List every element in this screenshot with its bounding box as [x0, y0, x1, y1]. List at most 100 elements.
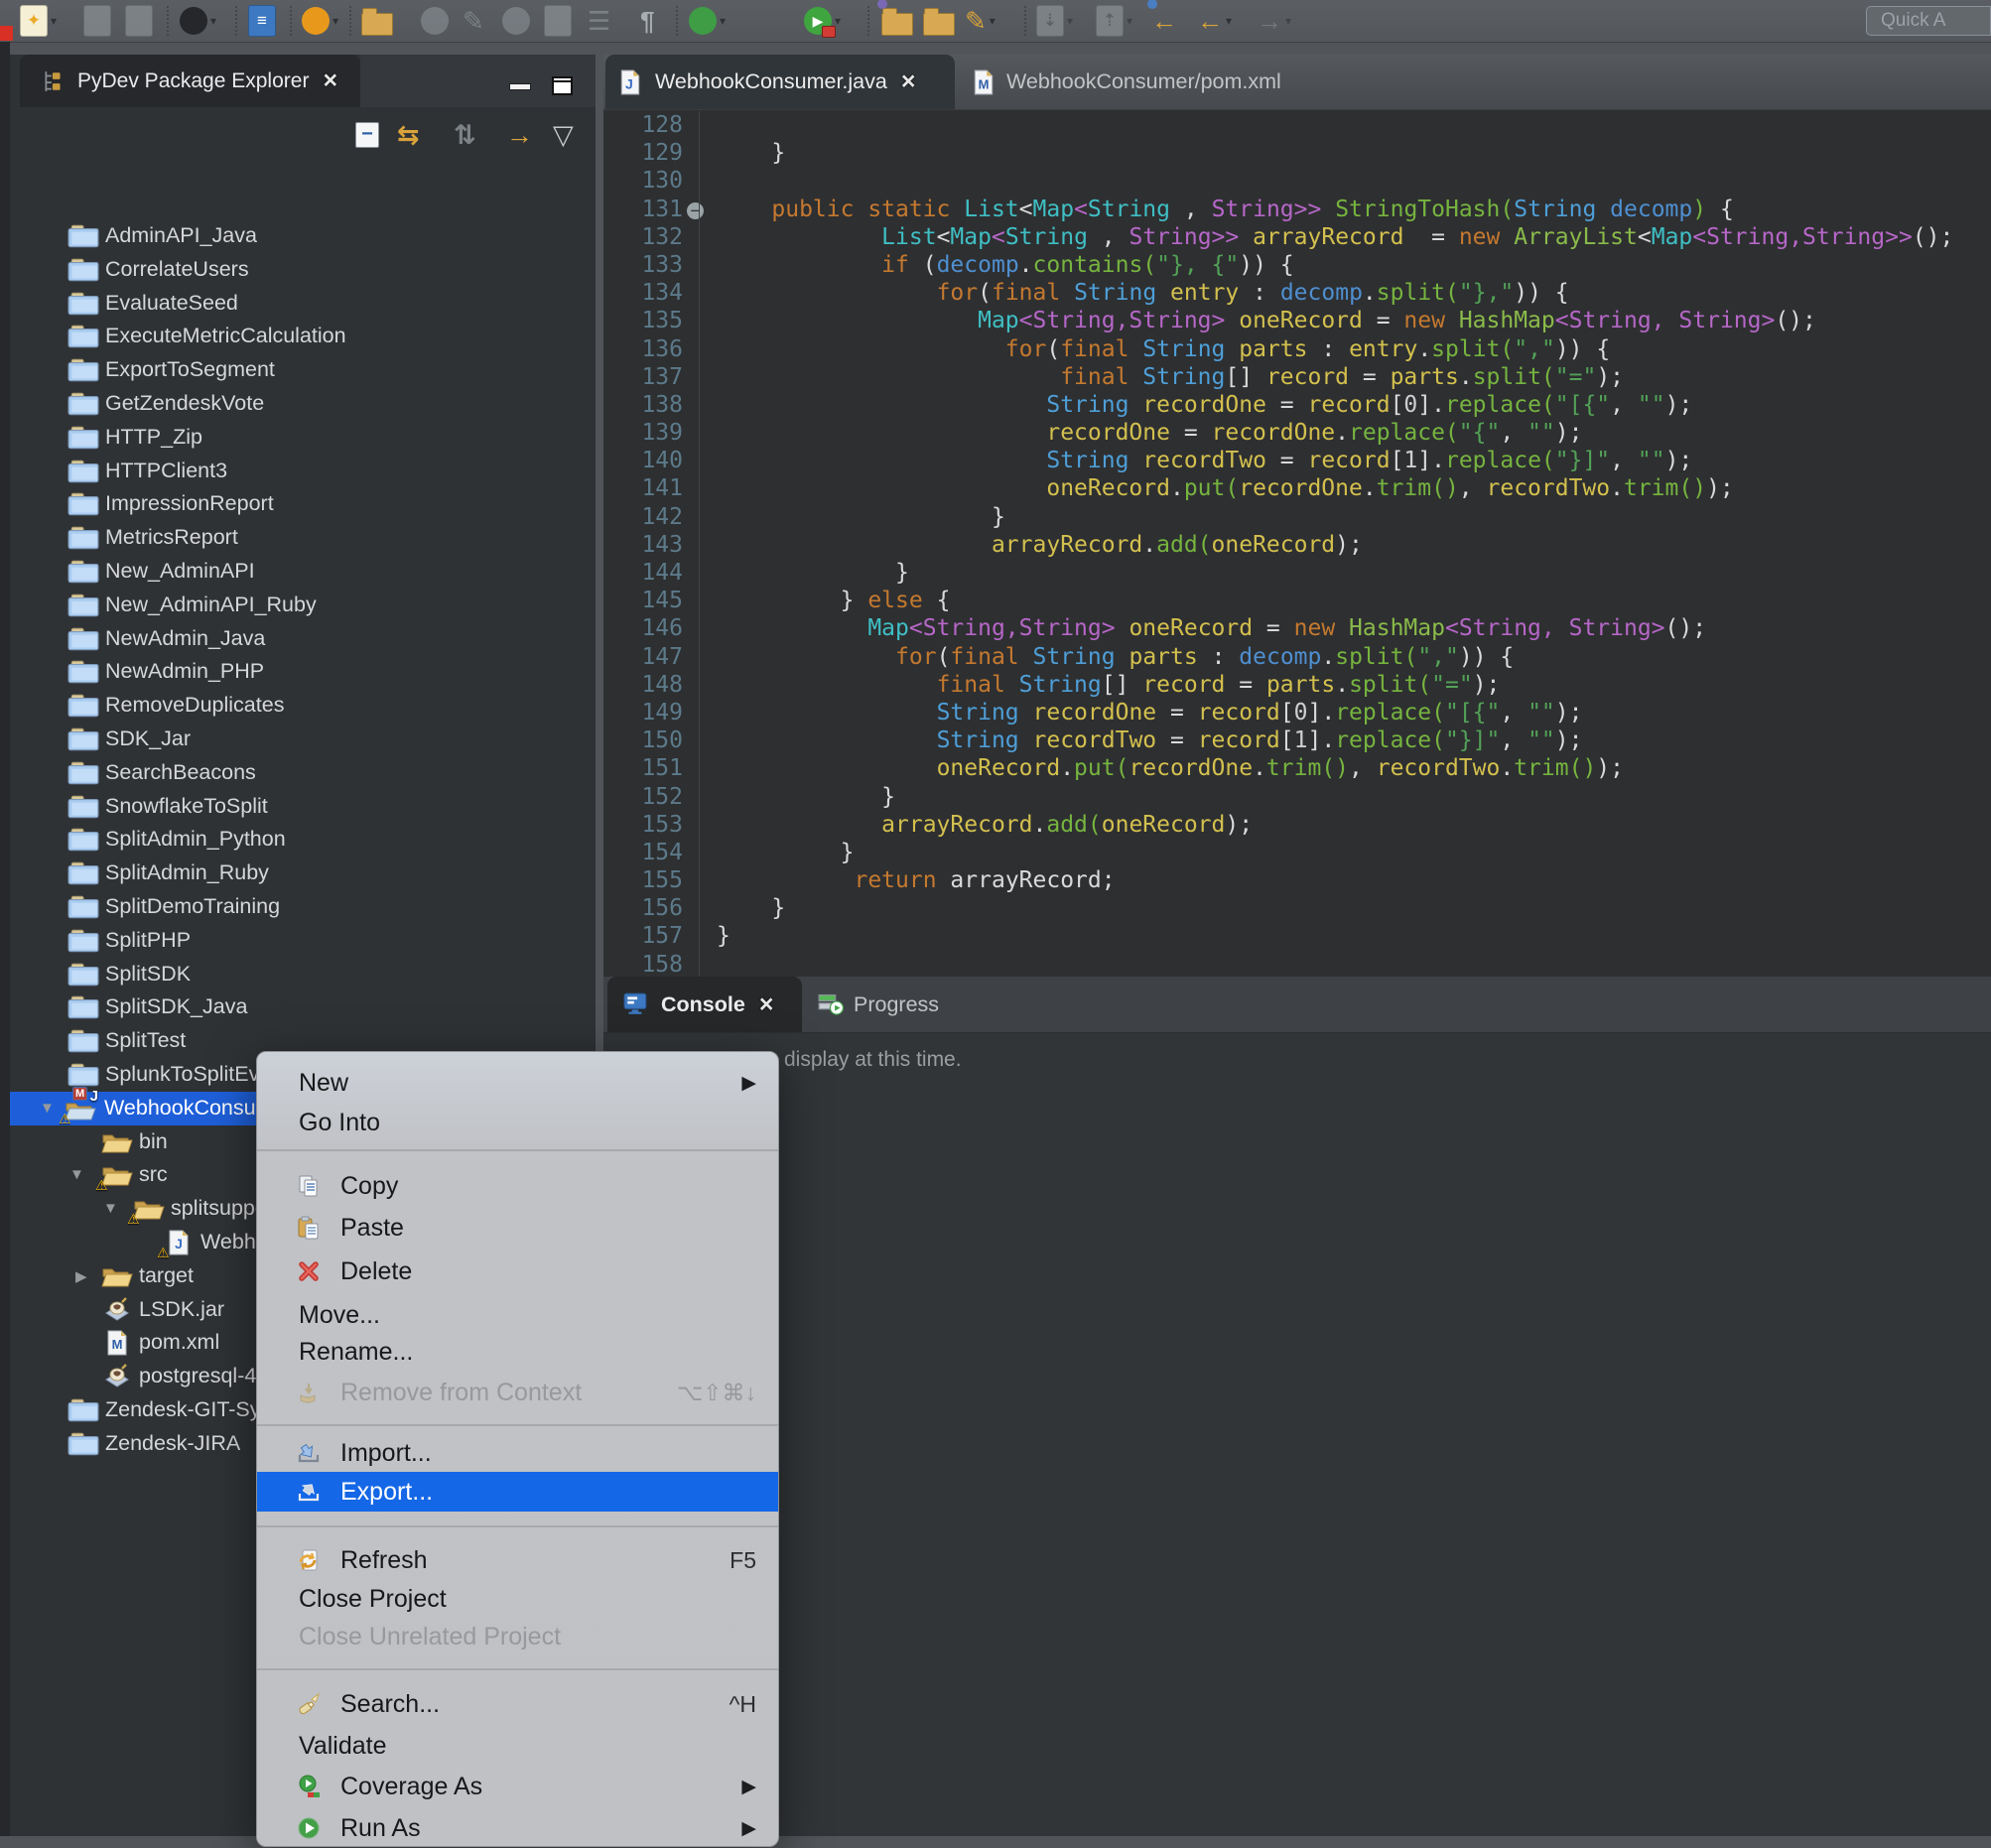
dropdown-caret-icon[interactable]: ▾	[720, 14, 726, 28]
marker-pen-icon[interactable]: ✎▾	[965, 3, 996, 39]
code-token: [	[1280, 700, 1294, 726]
code-token: trim()	[1624, 475, 1706, 501]
menu-item-close-project[interactable]: Close Project	[257, 1579, 778, 1619]
quick-access-box[interactable]: Quick A	[1866, 6, 1991, 36]
expander-open-icon[interactable]: ▼	[69, 1166, 84, 1183]
code-token: ,	[1500, 727, 1527, 753]
tree-item-exporttosegment[interactable]: ExportToSegment	[10, 353, 596, 387]
menu-item-import-[interactable]: Import...	[257, 1433, 778, 1473]
tree-item-executemetriccalculation[interactable]: ExecuteMetricCalculation	[10, 320, 596, 353]
tree-item-splitadmin-python[interactable]: SplitAdmin_Python	[10, 823, 596, 857]
menu-item-move-[interactable]: Move...	[257, 1295, 778, 1335]
tree-item-removeduplicates[interactable]: RemoveDuplicates	[10, 689, 596, 723]
line-number: 144	[603, 559, 683, 587]
tree-item-impressionreport[interactable]: ImpressionReport	[10, 487, 596, 521]
tree-item-httpclient3[interactable]: HTTPClient3	[10, 455, 596, 488]
code-token	[1225, 308, 1239, 333]
tree-item-searchbeacons[interactable]: SearchBeacons	[10, 756, 596, 790]
task-icon[interactable]: ▾	[302, 3, 338, 39]
tree-item-new-adminapi[interactable]: New_AdminAPI	[10, 555, 596, 589]
menu-item-run-as[interactable]: Run As▶	[257, 1808, 778, 1848]
tree-item-splitsdk-java[interactable]: SplitSDK_Java	[10, 990, 596, 1024]
code-line: 140 String recordTwo = record[1].replace…	[603, 447, 1991, 474]
code-line: 148 final String[] record = parts.split(…	[603, 671, 1991, 699]
account-icon-shape	[180, 7, 207, 35]
dropdown-caret-icon[interactable]: ▾	[990, 14, 996, 28]
code-token: record	[1142, 672, 1225, 698]
dropdown-caret-icon[interactable]: ▾	[1067, 14, 1073, 28]
jar-icon	[101, 1364, 133, 1389]
menu-item-new[interactable]: New▶	[257, 1063, 778, 1103]
clipboard-folder-icon[interactable]	[923, 3, 955, 39]
menu-item-paste[interactable]: Paste	[257, 1208, 778, 1248]
menu-item-rename-[interactable]: Rename...	[257, 1332, 778, 1372]
new-wizard-icon[interactable]: ✦▾	[20, 3, 57, 39]
code-token: parts	[1266, 672, 1335, 698]
run-external-icon[interactable]: ▶▾	[804, 3, 841, 39]
dropdown-caret-icon[interactable]: ▾	[51, 14, 57, 28]
fold-collapse-icon[interactable]: −	[687, 202, 704, 219]
close-icon[interactable]: ×	[901, 67, 916, 96]
open-task-folder-icon[interactable]	[361, 3, 393, 39]
pen-icon-shape: ✎	[463, 6, 484, 36]
code-token: entry	[1349, 336, 1417, 362]
menu-item-export-[interactable]: Export...	[257, 1472, 778, 1512]
tab-console[interactable]: Console ×	[607, 977, 802, 1032]
tree-item-newadmin-php[interactable]: NewAdmin_PHP	[10, 655, 596, 689]
code-token: ,	[1610, 448, 1638, 473]
back-icon[interactable]: ←▾	[1197, 3, 1232, 39]
menu-item-validate[interactable]: Validate	[257, 1726, 778, 1766]
code-token: Map	[978, 308, 1019, 333]
code-editor[interactable]: 128129 }130131− public static List<Map<S…	[603, 111, 1991, 977]
tree-item-splitadmin-ruby[interactable]: SplitAdmin_Ruby	[10, 857, 596, 890]
tree-item-splitdemotraining[interactable]: SplitDemoTraining	[10, 890, 596, 924]
last-edit-location-icon[interactable]: ←	[1151, 3, 1177, 39]
code-text: return arrayRecord;	[707, 867, 1116, 893]
tree-item-correlateusers[interactable]: CorrelateUsers	[10, 253, 596, 287]
dropdown-caret-icon[interactable]: ▾	[210, 14, 216, 28]
tree-item-newadmin-java[interactable]: NewAdmin_Java	[10, 622, 596, 656]
menu-item-refresh[interactable]: RefreshF5	[257, 1540, 778, 1580]
menu-item-label: Search...	[340, 1690, 440, 1719]
menu-item-go-into[interactable]: Go Into	[257, 1103, 778, 1142]
dropdown-caret-icon[interactable]: ▾	[332, 14, 338, 28]
pilcrow-icon[interactable]: ¶	[640, 3, 654, 39]
console-view-icon[interactable]: ≡	[248, 3, 276, 39]
menu-item-search-[interactable]: Search...^H	[257, 1684, 778, 1724]
dropdown-caret-icon[interactable]: ▾	[1226, 14, 1232, 28]
tree-item-label: SplitAdmin_Python	[105, 827, 286, 852]
tree-item-getzendeskvote[interactable]: GetZendeskVote	[10, 387, 596, 421]
account-icon[interactable]: ▾	[180, 3, 216, 39]
debug-icon[interactable]: ▾	[689, 3, 726, 39]
tab-pom-xml[interactable]: M WebhookConsumer/pom.xml	[959, 55, 1281, 109]
pilcrow-icon-shape: ¶	[640, 6, 654, 36]
tree-item-new-adminapi-ruby[interactable]: New_AdminAPI_Ruby	[10, 589, 596, 622]
menu-item-delete[interactable]: Delete	[257, 1252, 778, 1291]
dropdown-caret-icon[interactable]: ▾	[1285, 14, 1291, 28]
expander-open-icon[interactable]: ▼	[103, 1200, 118, 1217]
dropdown-caret-icon[interactable]: ▾	[1127, 14, 1132, 28]
tab-progress[interactable]: Progress	[802, 977, 939, 1032]
tree-item-splitsdk[interactable]: SplitSDK	[10, 958, 596, 991]
open-run-config-folder-icon[interactable]	[881, 3, 913, 39]
tree-item-adminapi-java[interactable]: AdminAPI_Java	[10, 219, 596, 253]
menu-item-copy[interactable]: Copy	[257, 1166, 778, 1206]
tree-item-splitphp[interactable]: SplitPHP	[10, 924, 596, 958]
expander-closed-icon[interactable]: ▶	[75, 1267, 87, 1285]
gutter-divider	[699, 614, 700, 642]
tree-item-evaluateseed[interactable]: EvaluateSeed	[10, 287, 596, 321]
code-token	[1116, 644, 1129, 670]
submenu-arrow-icon: ▶	[741, 1072, 756, 1095]
menu-item-coverage-as[interactable]: Coverage As▶	[257, 1767, 778, 1806]
tab-webhookconsumer-java[interactable]: J WebhookConsumer.java ×	[605, 55, 955, 109]
code-token: Map	[1033, 197, 1075, 222]
close-icon[interactable]: ×	[759, 990, 774, 1019]
dropdown-caret-icon[interactable]: ▾	[835, 14, 841, 28]
expander-open-icon[interactable]: ▼	[40, 1100, 55, 1117]
gutter-divider	[699, 111, 700, 139]
tree-item-sdk-jar[interactable]: SDK_Jar	[10, 723, 596, 756]
code-token: put(	[1074, 755, 1128, 781]
tree-item-snowflaketosplit[interactable]: SnowflakeToSplit	[10, 790, 596, 824]
tree-item-http-zip[interactable]: HTTP_Zip	[10, 421, 596, 455]
tree-item-metricsreport[interactable]: MetricsReport	[10, 521, 596, 555]
